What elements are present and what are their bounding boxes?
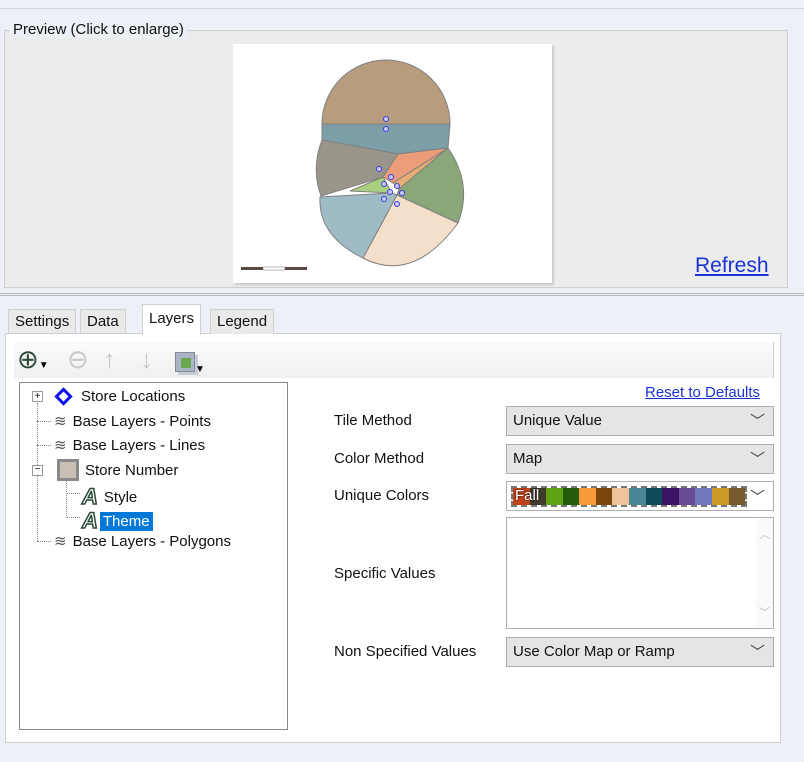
tree-item-label: Base Layers - Points <box>72 412 211 430</box>
color-swatch <box>562 488 580 505</box>
layers-icon: ≋ <box>54 437 67 454</box>
color-swatch <box>645 488 663 505</box>
remove-layer-icon[interactable]: ⊖ <box>67 344 89 375</box>
selected-value: Map <box>513 450 543 467</box>
tile-method-label: Tile Method <box>334 412 412 429</box>
non-specified-values-select[interactable]: Use Color Map or Ramp ﹀ <box>506 637 774 667</box>
layers-icon: ≋ <box>54 413 67 430</box>
layers-icon: ≋ <box>54 533 67 550</box>
label-a-icon: A <box>81 483 98 510</box>
tree-item-label: Base Layers - Polygons <box>72 532 231 550</box>
color-swatch <box>629 488 646 505</box>
tree-item-base-layers-points[interactable]: ≋ Base Layers - Points <box>54 412 211 431</box>
refresh-link[interactable]: Refresh <box>695 254 769 278</box>
color-swatch <box>612 488 630 505</box>
splitter[interactable] <box>0 293 804 296</box>
map-preview[interactable] <box>233 44 552 283</box>
color-swatch <box>579 488 596 505</box>
reset-to-defaults-link[interactable]: Reset to Defaults <box>645 384 760 401</box>
tree-item-store-locations[interactable]: + Store Locations <box>32 387 186 406</box>
color-method-select[interactable]: Map ﹀ <box>506 444 774 474</box>
tree-item-label: Base Layers - Lines <box>72 436 206 454</box>
color-swatch <box>595 488 613 505</box>
preview-title: Preview (Click to enlarge) <box>10 21 187 38</box>
color-swatch <box>546 488 563 505</box>
color-swatch <box>678 488 696 505</box>
color-swatch <box>711 488 729 505</box>
ramp-name: Fall <box>515 487 540 504</box>
chevron-down-icon: ﹀ <box>749 644 765 661</box>
selected-value: Unique Value <box>513 412 602 429</box>
tab-data[interactable]: Data <box>80 309 126 334</box>
tree-item-label: Theme <box>99 511 153 531</box>
top-divider <box>0 8 804 9</box>
scale-bar <box>241 266 307 271</box>
tree-item-store-number[interactable]: − Store Number <box>32 459 178 481</box>
unique-colors-label: Unique Colors <box>334 487 430 504</box>
unique-colors-select[interactable]: Fall ﹀ <box>506 481 774 511</box>
move-down-icon[interactable]: ↓ <box>140 344 153 375</box>
chevron-down-icon: ﹀ <box>749 451 765 468</box>
specific-values-textarea[interactable]: ︿ ﹀ <box>506 517 774 629</box>
layer-tree[interactable] <box>19 382 288 730</box>
scrollbar[interactable]: ︿ ﹀ <box>756 518 773 628</box>
color-swatch <box>728 488 746 505</box>
polygon-swatch-icon <box>57 459 79 481</box>
diamond-icon <box>54 387 73 406</box>
add-layer-icon[interactable]: ⊕▼ <box>17 344 49 375</box>
tree-item-theme[interactable]: A Theme <box>81 507 153 534</box>
color-method-label: Color Method <box>334 450 425 467</box>
map-region <box>321 59 451 125</box>
color-ramp <box>511 486 747 507</box>
tree-item-style[interactable]: A Style <box>81 483 138 510</box>
label-a-icon: A <box>81 507 98 534</box>
selected-value: Use Color Map or Ramp <box>513 643 675 660</box>
tile-method-select[interactable]: Unique Value ﹀ <box>506 406 774 436</box>
color-swatch <box>662 488 679 505</box>
tab-legend[interactable]: Legend <box>210 309 275 334</box>
specific-values-label: Specific Values <box>334 565 436 582</box>
chevron-down-icon: ﹀ <box>749 489 765 506</box>
tab-layers[interactable]: Layers <box>142 304 202 335</box>
expand-icon[interactable]: + <box>32 391 43 402</box>
tree-item-label: Store Locations <box>81 388 186 405</box>
tree-item-label: Style <box>103 488 138 506</box>
non-specified-values-label: Non Specified Values <box>334 643 477 660</box>
tree-item-label: Store Number <box>85 461 179 479</box>
layers-toolbar <box>14 342 774 378</box>
tree-item-base-layers-polygons[interactable]: ≋ Base Layers - Polygons <box>54 532 231 551</box>
color-swatch <box>695 488 712 505</box>
move-up-icon[interactable]: ↑ <box>103 344 116 375</box>
tab-settings[interactable]: Settings <box>8 309 77 334</box>
chevron-down-icon: ﹀ <box>749 413 765 430</box>
tree-item-base-layers-lines[interactable]: ≋ Base Layers - Lines <box>54 436 206 455</box>
collapse-icon[interactable]: − <box>32 464 43 476</box>
layer-group-icon[interactable]: ▼ <box>175 348 205 379</box>
